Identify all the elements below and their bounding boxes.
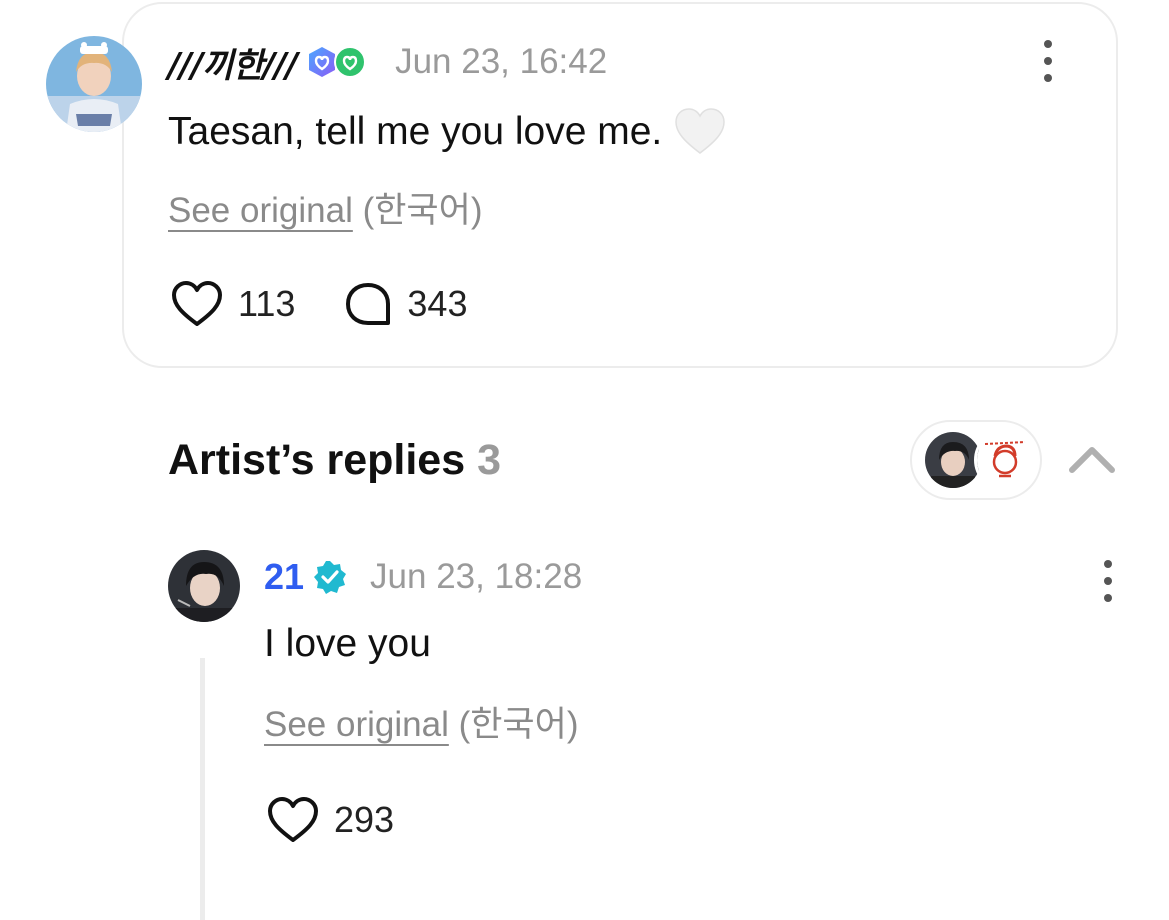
reply-author-name[interactable]: 21 [264,556,304,598]
heart-icon [268,797,318,842]
post-author-avatar[interactable] [46,36,142,132]
reply-see-original-link[interactable]: See original [264,705,449,744]
artist-avatar-stack[interactable] [910,420,1042,500]
reply-text: I love you [264,622,431,665]
artist-replies-header: Artist’s replies 3 [168,436,501,485]
thread-line [200,658,205,920]
post-original-language: (한국어) [362,191,483,230]
reply-author-row: 21 Jun 23, 18:28 [264,555,582,599]
post-comment-button[interactable]: 343 [343,281,467,327]
reply-timestamp: Jun 23, 18:28 [370,557,583,596]
post-like-count: 113 [238,283,296,324]
reply-like-count: 293 [334,799,395,840]
fan-post-thread: ///끼한/// Jun 23, 16:42 Taesan, tell me y… [0,0,1169,920]
reply-author-avatar[interactable] [168,550,240,622]
post-author-badges [305,45,367,79]
reply-actions: 293 [266,796,394,844]
collapse-chevron-up-icon[interactable] [1066,440,1118,476]
reply-see-original: See original (한국어) [264,696,579,747]
post-see-original: See original (한국어) [168,182,483,233]
heart-icon [172,281,222,326]
post-more-options-icon[interactable] [1036,36,1060,86]
comment-bubble-icon [346,283,391,325]
post-actions: 113 343 [170,280,467,328]
post-see-original-link[interactable]: See original [168,191,353,230]
post-author-row: ///끼한/// Jun 23, 16:42 [168,38,608,87]
reply-original-language: (한국어) [458,705,579,744]
artist-sketch-avatar [974,429,1036,491]
reply-like-button[interactable]: 293 [266,796,394,844]
white-heart-emoji-icon [675,108,726,154]
artist-replies-count: 3 [477,436,502,484]
post-author-name[interactable]: ///끼한/// [168,38,298,87]
post-timestamp: Jun 23, 16:42 [395,42,608,81]
reply-more-options-icon[interactable] [1096,556,1120,606]
membership-badge-icon [334,46,367,78]
verified-badge-icon [314,561,347,594]
post-text-content: Taesan, tell me you love me. [168,110,663,153]
post-like-button[interactable]: 113 [170,280,295,328]
post-comment-count: 343 [407,283,468,324]
artist-replies-title: Artist’s replies [168,436,466,484]
post-text: Taesan, tell me you love me. [168,108,726,156]
